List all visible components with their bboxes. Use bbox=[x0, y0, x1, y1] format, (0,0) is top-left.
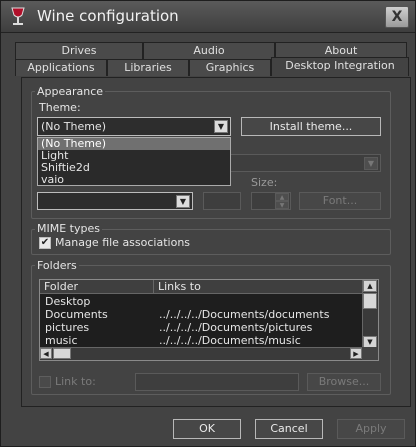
table-row[interactable]: music ../../../../Documents/music bbox=[40, 334, 362, 347]
apply-button[interactable]: Apply bbox=[337, 419, 405, 439]
mime-group-title: MIME types bbox=[35, 222, 102, 235]
horizontal-scroll-thumb[interactable] bbox=[53, 348, 71, 359]
link-to-label: Link to: bbox=[55, 375, 96, 388]
chevron-down-icon[interactable]: ▼ bbox=[214, 120, 228, 133]
cancel-button[interactable]: Cancel bbox=[255, 419, 323, 439]
close-button[interactable]: X bbox=[385, 6, 409, 28]
table-row[interactable]: Desktop bbox=[40, 295, 362, 308]
folder-cell: music bbox=[45, 334, 78, 347]
manage-file-associations-checkbox[interactable]: ✔ bbox=[39, 237, 51, 249]
theme-option[interactable]: Shiftie2d bbox=[38, 162, 230, 174]
column-header-folder[interactable]: Folder bbox=[40, 280, 154, 294]
scroll-up-icon[interactable]: ▲ bbox=[363, 280, 377, 292]
manage-file-associations-label: Manage file associations bbox=[55, 236, 191, 249]
theme-label: Theme: bbox=[39, 101, 81, 114]
link-cell: ../../../../Documents/documents bbox=[159, 308, 330, 321]
tab-audio[interactable]: Audio bbox=[143, 42, 275, 59]
color-box[interactable] bbox=[203, 192, 241, 210]
browse-button[interactable]: Browse... bbox=[307, 373, 381, 391]
scroll-corner bbox=[362, 347, 378, 360]
wine-config-window: Wine configuration X Drives Audio About … bbox=[0, 0, 416, 447]
column-header-links-to[interactable]: Links to bbox=[154, 280, 362, 294]
link-to-path-input[interactable] bbox=[135, 373, 299, 391]
appearance-group-title: Appearance bbox=[35, 85, 106, 98]
title-bar[interactable]: Wine configuration X bbox=[1, 1, 415, 33]
tab-drives[interactable]: Drives bbox=[15, 42, 143, 59]
scroll-right-icon[interactable]: ▶ bbox=[350, 348, 362, 359]
tab-applications[interactable]: Applications bbox=[15, 59, 107, 76]
theme-select-value: (No Theme) bbox=[41, 120, 106, 133]
theme-select[interactable]: (No Theme) ▼ bbox=[37, 117, 231, 136]
tab-libraries[interactable]: Libraries bbox=[107, 59, 189, 76]
table-row[interactable]: Documents ../../../../Documents/document… bbox=[40, 308, 362, 321]
link-to-checkbox[interactable] bbox=[39, 376, 51, 388]
close-icon: X bbox=[391, 9, 403, 25]
spin-up-icon[interactable]: ▲ bbox=[275, 193, 289, 201]
folders-list[interactable]: Folder Links to Desktop Documents ../../… bbox=[39, 279, 379, 361]
font-button[interactable]: Font... bbox=[299, 192, 381, 210]
folders-group-title: Folders bbox=[35, 259, 79, 272]
horizontal-scrollbar[interactable]: ◀ ▶ bbox=[40, 347, 362, 360]
folders-list-header: Folder Links to bbox=[40, 280, 362, 294]
font-select[interactable]: ▼ bbox=[37, 192, 193, 210]
folder-cell: pictures bbox=[45, 321, 90, 334]
wine-glass-icon bbox=[11, 7, 25, 25]
size-label: Size: bbox=[251, 176, 278, 189]
spin-down-icon[interactable]: ▼ bbox=[275, 201, 289, 209]
size-spinbox[interactable]: ▲ ▼ bbox=[251, 192, 291, 210]
window-title: Wine configuration bbox=[37, 7, 179, 25]
chevron-down-icon: ▼ bbox=[364, 157, 378, 170]
chevron-down-icon[interactable]: ▼ bbox=[176, 195, 190, 208]
folder-cell: Documents bbox=[45, 308, 108, 321]
folder-cell: Desktop bbox=[45, 295, 91, 308]
install-theme-button[interactable]: Install theme... bbox=[241, 117, 381, 136]
theme-option[interactable]: vaio bbox=[38, 174, 230, 186]
link-cell: ../../../../Documents/music bbox=[159, 334, 301, 347]
vertical-scroll-thumb[interactable] bbox=[363, 293, 377, 309]
ok-button[interactable]: OK bbox=[173, 419, 241, 439]
link-cell: ../../../../Documents/pictures bbox=[159, 321, 313, 334]
tab-graphics[interactable]: Graphics bbox=[189, 59, 271, 76]
theme-dropdown-list[interactable]: (No Theme) Light Shiftie2d vaio bbox=[37, 137, 231, 186]
table-row[interactable]: pictures ../../../../Documents/pictures bbox=[40, 321, 362, 334]
tab-desktop-integration[interactable]: Desktop Integration bbox=[271, 57, 409, 76]
vertical-scrollbar[interactable]: ▲ ▼ bbox=[362, 280, 378, 348]
scroll-left-icon[interactable]: ◀ bbox=[40, 348, 52, 359]
